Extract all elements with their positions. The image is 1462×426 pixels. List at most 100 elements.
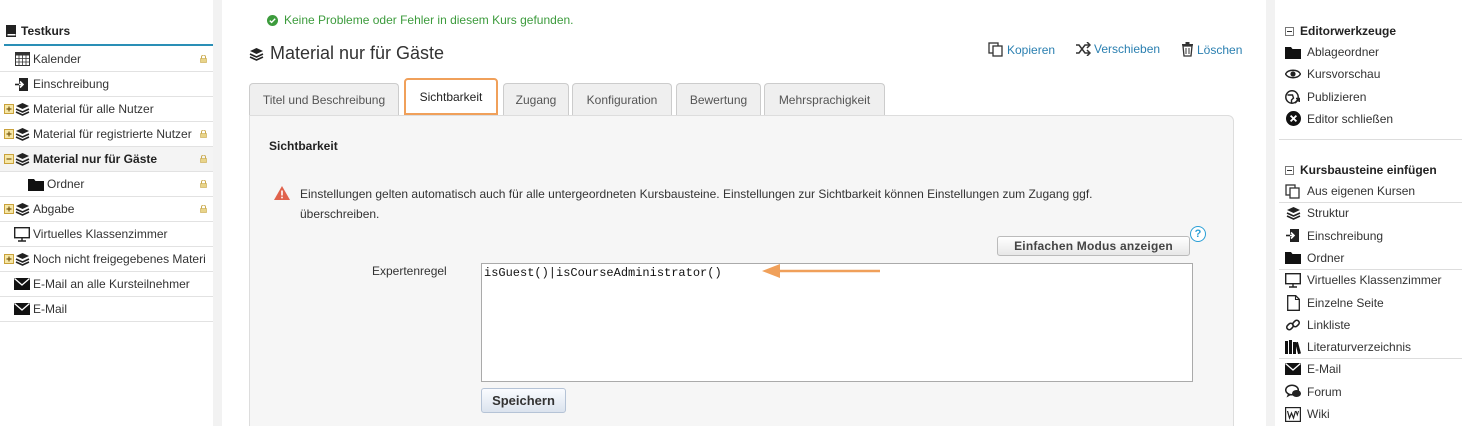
mail-icon (14, 276, 30, 292)
tool-publizieren[interactable]: Publizieren (1279, 86, 1462, 108)
tab-bewertung[interactable]: Bewertung (676, 83, 761, 115)
tree-item-ordner[interactable]: Ordner (0, 172, 213, 197)
tree-item-e-mail[interactable]: E-Mail (0, 297, 213, 322)
move-label: Verschieben (1094, 42, 1161, 56)
tab-titel-und-beschreibung[interactable]: Titel und Beschreibung (249, 83, 399, 115)
expand-icon[interactable] (4, 204, 14, 214)
tree-item-material-nur-fuer-gaeste[interactable]: Material nur für Gäste (0, 147, 213, 172)
folder-icon (1284, 44, 1302, 60)
expand-icon[interactable] (4, 129, 14, 139)
tree-item-noch-nicht-freigegebenes-materi[interactable]: Noch nicht freigegebenes Materi (0, 247, 213, 272)
tool-einschreibung[interactable]: Einschreibung (1279, 225, 1462, 247)
trash-icon (1182, 42, 1193, 57)
link-icon (1284, 317, 1302, 333)
mail-icon (1284, 361, 1302, 377)
expert-rule-textarea[interactable]: isGuest()|isCourseAdministrator() (481, 263, 1193, 382)
tool-einzelne-seite[interactable]: Einzelne Seite (1279, 292, 1462, 314)
tool-wiki[interactable]: Wiki (1279, 403, 1462, 425)
divider (1279, 139, 1462, 140)
save-button[interactable]: Speichern (481, 388, 566, 413)
delete-button[interactable]: Löschen (1181, 42, 1242, 57)
tree-item-material-fuer-alle-nutzer[interactable]: Material für alle Nutzer (0, 97, 213, 122)
tree-item-abgabe[interactable]: Abgabe (0, 197, 213, 222)
check-circle-icon (267, 14, 278, 26)
right-splitter[interactable] (1266, 0, 1275, 426)
tree-item-material-fuer-registrierte-nutzer[interactable]: Material für registrierte Nutzer (0, 122, 213, 147)
layers-icon (1284, 205, 1302, 221)
folder-icon (1284, 250, 1302, 266)
close-circle-icon (1284, 111, 1302, 127)
books-icon (1284, 339, 1302, 355)
tab-sichtbarkeit[interactable]: Sichtbarkeit (404, 78, 498, 115)
tool-label: Editor schließen (1307, 111, 1394, 126)
tool-aus-eigenen-kursen[interactable]: Aus eigenen Kursen (1279, 180, 1462, 202)
expert-rule-label: Expertenregel (372, 264, 447, 278)
page-icon (1284, 294, 1302, 311)
tool-e-mail[interactable]: E-Mail (1279, 358, 1462, 380)
collapse-icon[interactable] (4, 154, 14, 164)
layers-icon (249, 47, 264, 61)
tree-item-e-mail-an-alle-kursteilnehmer[interactable]: E-Mail an alle Kursteilnehmer (0, 272, 213, 297)
tool-ablageordner[interactable]: Ablageordner (1279, 41, 1462, 63)
monitor-icon (14, 226, 30, 242)
main-content: Keine Probleme oder Fehler in diesem Kur… (224, 0, 1256, 426)
tab-bar: Titel und Beschreibung Sichtbarkeit Zuga… (249, 78, 1259, 115)
move-button[interactable]: Verschieben (1075, 42, 1160, 56)
collapse-icon (1285, 165, 1294, 175)
lock-icon (200, 130, 207, 138)
tree-item-label: Material für registrierte Nutzer (33, 127, 192, 141)
tool-kursvorschau[interactable]: Kursvorschau (1279, 63, 1462, 85)
tree-item-virtuelles-klassenzimmer[interactable]: Virtuelles Klassenzimmer (0, 222, 213, 247)
expand-icon[interactable] (4, 254, 14, 264)
expand-icon[interactable] (4, 104, 14, 114)
copy-icon (988, 42, 1003, 57)
tree-item-kalender[interactable]: Kalender (0, 47, 213, 72)
layers-icon (14, 151, 30, 167)
tool-struktur[interactable]: Struktur (1279, 202, 1462, 224)
tool-label: Publizieren (1307, 89, 1367, 104)
insert-blocks-heading[interactable]: Kursbausteine einfügen (1285, 163, 1437, 177)
tree-root[interactable]: Testkurs (4, 18, 213, 46)
help-icon[interactable]: ? (1190, 226, 1206, 242)
shuffle-icon (1076, 42, 1091, 56)
tool-label: Literaturverzeichnis (1307, 340, 1412, 355)
simple-mode-button[interactable]: Einfachen Modus anzeigen (997, 236, 1190, 256)
tool-label: Einzelne Seite (1307, 295, 1384, 310)
tool-virtuelles-klassenzimmer[interactable]: Virtuelles Klassenzimmer (1279, 269, 1462, 291)
left-splitter[interactable] (213, 0, 222, 426)
lock-icon (200, 155, 207, 163)
calendar-icon (14, 51, 30, 67)
editor-tools-heading[interactable]: Editorwerkzeuge (1285, 24, 1396, 38)
tree-item-label: Noch nicht freigegebenes Materi (33, 252, 206, 266)
warning-icon (274, 186, 290, 200)
tool-forum[interactable]: Forum (1279, 381, 1462, 403)
tool-linkliste[interactable]: Linkliste (1279, 314, 1462, 336)
tool-editor-schliessen[interactable]: Editor schließen (1279, 108, 1462, 130)
tree-item-label: Ordner (47, 177, 85, 191)
tool-label: E-Mail (1307, 362, 1342, 377)
warning-box: Einstellungen gelten automatisch auch fü… (274, 184, 1154, 224)
tab-konfiguration[interactable]: Konfiguration (572, 83, 672, 115)
tab-mehrsprachigkeit[interactable]: Mehrsprachigkeit (764, 83, 885, 115)
collapse-icon (1285, 26, 1294, 36)
tab-zugang[interactable]: Zugang (503, 83, 569, 115)
forum-icon (1284, 384, 1302, 400)
copy-button[interactable]: Kopieren (988, 42, 1055, 57)
tool-literaturverzeichnis[interactable]: Literaturverzeichnis (1279, 336, 1462, 358)
tool-label: Virtuelles Klassenzimmer (1307, 273, 1442, 288)
tool-ordner[interactable]: Ordner (1279, 247, 1462, 269)
warning-text: Einstellungen gelten automatisch auch fü… (300, 187, 1093, 221)
tree-item-label: Abgabe (33, 202, 75, 216)
panel-heading: Sichtbarkeit (269, 139, 338, 153)
tree-item-label: Virtuelles Klassenzimmer (33, 227, 168, 241)
tool-label: Struktur (1307, 206, 1350, 221)
status-message: Keine Probleme oder Fehler in diesem Kur… (267, 13, 574, 27)
tool-label: Einschreibung (1307, 228, 1384, 243)
tree-item-einschreibung[interactable]: Einschreibung (0, 72, 213, 97)
copy-icon (1284, 183, 1302, 199)
tool-label: Wiki (1307, 407, 1330, 421)
